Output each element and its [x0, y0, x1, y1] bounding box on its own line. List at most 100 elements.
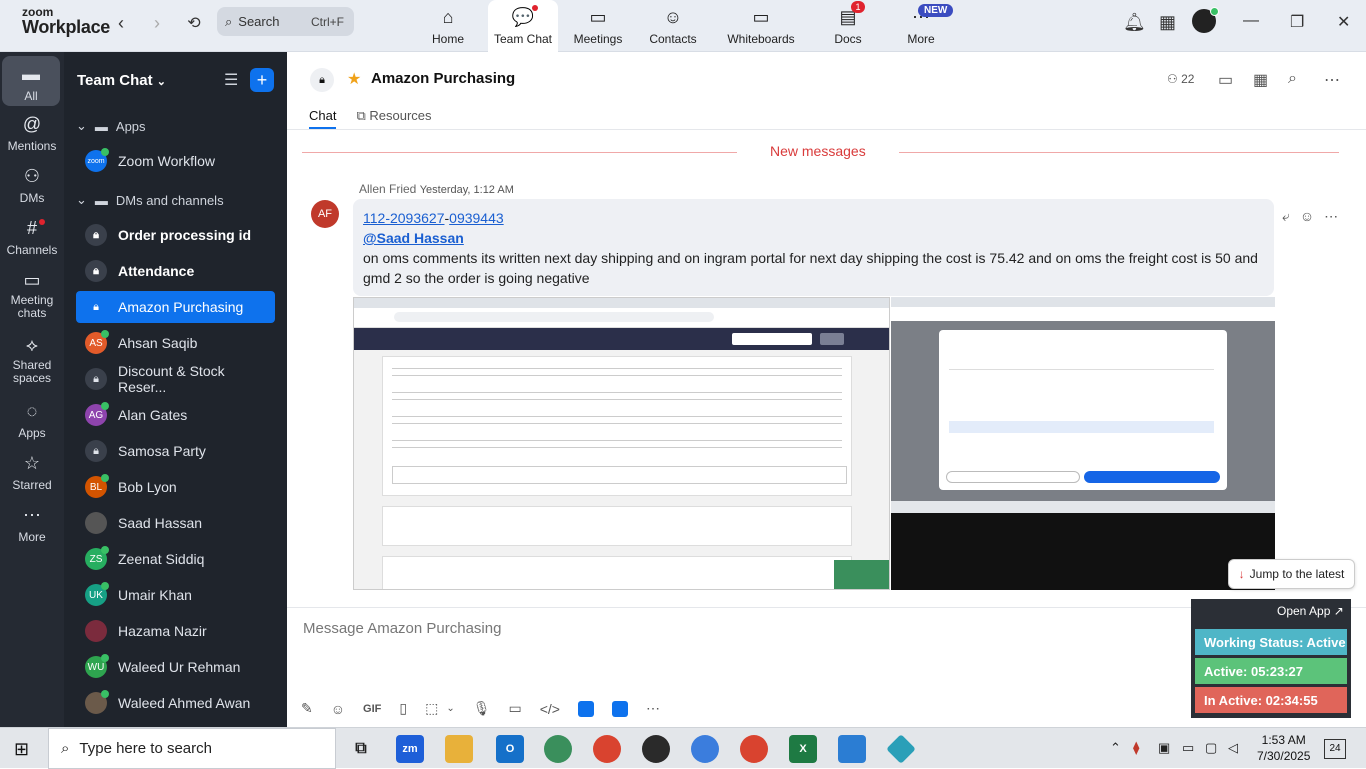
- tab-contacts[interactable]: ☺ Contacts: [638, 0, 708, 52]
- attached-image-ingram[interactable]: [891, 297, 1275, 590]
- tab-docs[interactable]: ▤ 1 Docs: [813, 0, 883, 52]
- sidebar-item[interactable]: 🔒︎ Amazon Purchasing: [76, 291, 275, 323]
- sidebar-item[interactable]: WU Waleed Ur Rehman: [76, 651, 275, 683]
- sidebar-item[interactable]: zoom Zoom Workflow: [76, 145, 275, 177]
- pdf-tray-icon[interactable]: ⧫: [1133, 740, 1139, 756]
- microphone-icon[interactable]: 🎙︎: [473, 700, 491, 717]
- rail-more[interactable]: ⋯ More: [0, 505, 64, 544]
- back-arrow-icon[interactable]: ‹: [107, 10, 135, 36]
- message-author[interactable]: Allen Fried: [359, 182, 416, 196]
- mention[interactable]: @Saad Hassan: [363, 230, 464, 246]
- file-explorer-icon[interactable]: [445, 735, 473, 763]
- chevron-up-icon[interactable]: ⌃: [1110, 740, 1121, 756]
- taskbar-clock[interactable]: 1:53 AM 7/30/2025: [1257, 732, 1310, 764]
- avatar[interactable]: [1192, 7, 1219, 33]
- volume-icon[interactable]: ◁: [1228, 740, 1238, 756]
- forward-arrow-icon[interactable]: ›: [143, 10, 171, 36]
- sidebar-item[interactable]: BL Bob Lyon: [76, 471, 275, 503]
- star-icon[interactable]: ★: [347, 69, 361, 89]
- notification-center[interactable]: 24: [1324, 739, 1346, 759]
- calculator-icon[interactable]: [838, 735, 866, 763]
- members-button[interactable]: ⚇ 22: [1167, 72, 1194, 86]
- more-icon[interactable]: ⋯: [646, 700, 660, 717]
- open-app-button[interactable]: Open App ↗: [1277, 604, 1344, 618]
- tab-meetings[interactable]: ▭ Meetings: [563, 0, 633, 52]
- code-icon[interactable]: </>: [540, 701, 560, 717]
- excel-icon[interactable]: X: [789, 735, 817, 763]
- close-icon[interactable]: ✕: [1337, 12, 1350, 32]
- search-input[interactable]: ⌕ Search Ctrl+F: [217, 7, 354, 36]
- section-dms[interactable]: ⌄ ▬ DMs and channels: [76, 192, 224, 208]
- outlook-icon[interactable]: O: [496, 735, 524, 763]
- tab-home[interactable]: ⌂ Home: [413, 0, 483, 52]
- format-icon[interactable]: ✎: [301, 700, 313, 717]
- app-diamond-icon[interactable]: [886, 734, 916, 764]
- app-icon-1[interactable]: [577, 700, 594, 717]
- section-apps[interactable]: ⌄ ▬ Apps: [76, 118, 146, 134]
- network-icon[interactable]: ▢: [1205, 740, 1217, 756]
- attached-image-oms[interactable]: [353, 297, 890, 590]
- jump-to-latest-button[interactable]: ↓ Jump to the latest: [1228, 559, 1355, 589]
- windows-start-icon[interactable]: ⊞: [14, 739, 29, 760]
- video-icon[interactable]: ▭: [1218, 70, 1233, 90]
- chrome-profile-2-icon[interactable]: [593, 735, 621, 763]
- app-icon-2[interactable]: [611, 700, 628, 717]
- restore-icon[interactable]: ❐: [1290, 12, 1304, 32]
- gif-button[interactable]: GIF: [363, 703, 381, 715]
- rail-channels[interactable]: # Channels: [0, 218, 64, 257]
- reply-icon[interactable]: ⤶: [1282, 208, 1290, 225]
- sidebar-item[interactable]: AG Alan Gates: [76, 399, 275, 431]
- video-clip-icon[interactable]: ▭: [509, 700, 522, 717]
- tray-icon[interactable]: ▣: [1158, 740, 1170, 756]
- rail-meeting-chats[interactable]: ▭ Meeting chats: [0, 270, 64, 320]
- sidebar-item[interactable]: UK Umair Khan: [76, 579, 275, 611]
- rail-shared-spaces[interactable]: ⟡ Shared spaces: [0, 335, 64, 385]
- chrome-profile-5-icon[interactable]: [740, 735, 768, 763]
- sidebar-item[interactable]: 🔒︎ Attendance: [76, 255, 275, 287]
- more-options-icon[interactable]: ⋯: [1324, 70, 1340, 90]
- history-icon[interactable]: ⟲: [180, 10, 208, 36]
- rail-mentions[interactable]: @ Mentions: [0, 114, 64, 153]
- sidebar-item[interactable]: ZS Zeenat Siddiq: [76, 543, 275, 575]
- calendar-icon[interactable]: ▦: [1253, 70, 1268, 90]
- taskbar-search-input[interactable]: ⌕ Type here to search: [48, 728, 336, 769]
- tab-chat[interactable]: Chat: [309, 108, 337, 129]
- order-link-b[interactable]: 0939443: [449, 210, 504, 226]
- file-icon[interactable]: ▯: [399, 700, 407, 717]
- battery-icon[interactable]: ▭: [1182, 740, 1194, 756]
- tab-whiteboards[interactable]: ▭ Whiteboards: [724, 0, 798, 52]
- sidebar-item[interactable]: 🔒︎ Discount & Stock Reser...: [76, 363, 275, 395]
- avatar[interactable]: AF: [311, 200, 339, 228]
- order-link-a[interactable]: 112-2093627: [363, 210, 444, 226]
- tab-resources[interactable]: ⧉ Resources: [356, 108, 431, 129]
- sidebar-item[interactable]: AS Ahsan Saqib: [76, 327, 275, 359]
- rail-dms[interactable]: ⚇ DMs: [0, 166, 64, 205]
- add-button[interactable]: +: [250, 68, 274, 92]
- sidebar-item[interactable]: Hazama Nazir: [76, 615, 275, 647]
- tab-team-chat[interactable]: 💬 Team Chat: [488, 0, 558, 52]
- bell-icon[interactable]: 🔔︎: [1123, 12, 1146, 33]
- sidebar-item[interactable]: Saad Hassan: [76, 507, 275, 539]
- sidebar-item[interactable]: 🔒︎ Order processing id: [76, 219, 275, 251]
- more-icon[interactable]: ⋯: [1324, 208, 1338, 225]
- chrome-icon[interactable]: [544, 735, 572, 763]
- screenshot-icon[interactable]: ⬚: [425, 700, 438, 717]
- calendar-icon[interactable]: ▦: [1159, 12, 1176, 33]
- chrome-profile-3-icon[interactable]: [642, 735, 670, 763]
- sidebar-item[interactable]: Waleed Ahmed Awan: [76, 687, 275, 719]
- chrome-profile-4-icon[interactable]: [691, 735, 719, 763]
- rail-apps[interactable]: ◌ Apps: [0, 401, 64, 440]
- search-icon[interactable]: ⌕: [1288, 70, 1297, 88]
- emoji-icon[interactable]: ☺: [1300, 208, 1314, 225]
- minimize-icon[interactable]: —: [1243, 12, 1259, 30]
- filter-icon[interactable]: ☰: [224, 70, 238, 90]
- channel-title[interactable]: Amazon Purchasing: [371, 70, 515, 87]
- emoji-icon[interactable]: ☺: [331, 701, 345, 717]
- rail-starred[interactable]: ☆ Starred: [0, 453, 64, 492]
- rail-all[interactable]: ▬ All: [2, 56, 60, 106]
- sidebar-item[interactable]: 🔒︎ Samosa Party: [76, 435, 275, 467]
- zoom-app-icon[interactable]: zm: [396, 735, 424, 763]
- chevron-down-icon[interactable]: ⌄: [446, 703, 454, 714]
- sidebar-title[interactable]: Team Chat ⌄: [77, 72, 166, 89]
- task-view-icon[interactable]: ⧉: [347, 735, 375, 763]
